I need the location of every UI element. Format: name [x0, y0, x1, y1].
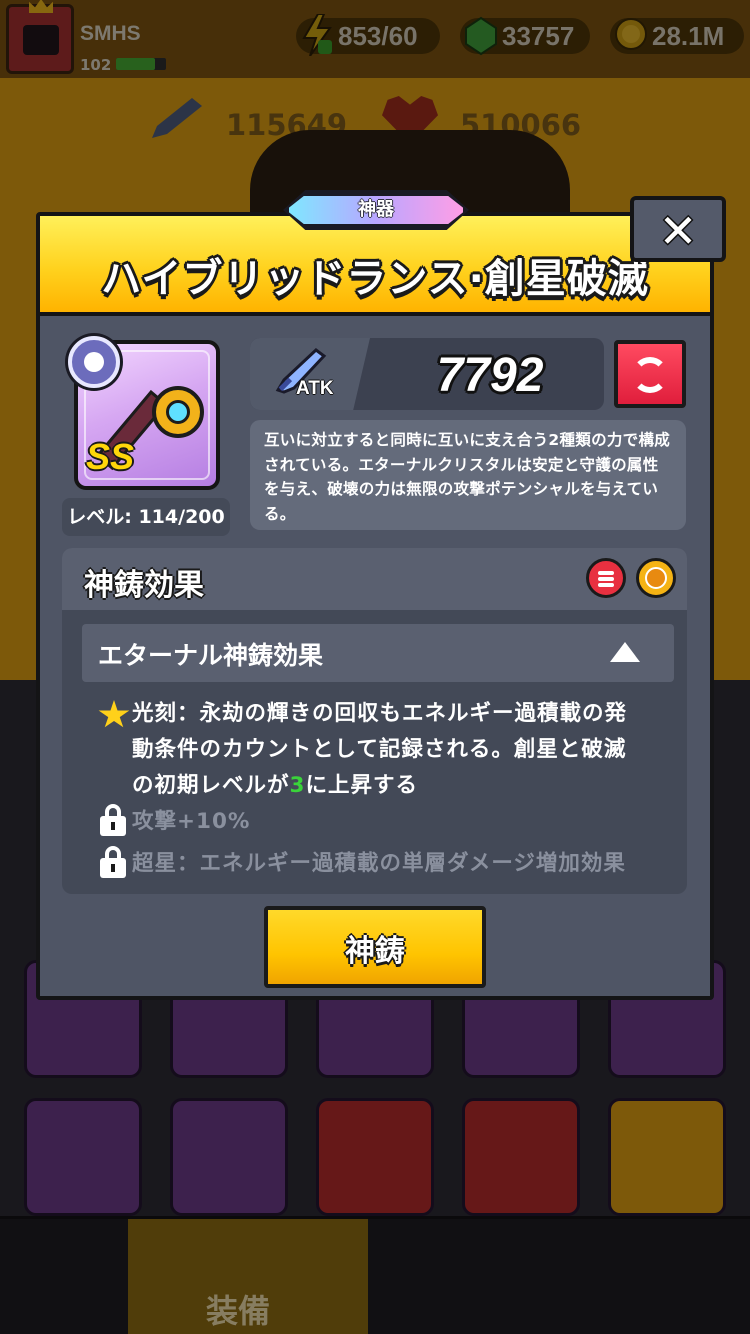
section-header: 神鋳効果 [62, 548, 687, 610]
list-icon-bar [598, 571, 614, 575]
close-button[interactable]: ✕ [630, 196, 726, 262]
atk-stat-bar: ATK 7792 [250, 338, 604, 410]
effect-list-button[interactable] [586, 558, 626, 598]
artifact-description: 互いに対立すると同時に互いに支え合う2種類の力で構成されている。エターナルクリス… [250, 420, 686, 530]
locked-effect-superstar: 超星：エネルギー過積載の単層ダメージ増加効果 [132, 851, 626, 876]
crystal-core [166, 400, 190, 424]
effect-text: の初期レベルが [132, 773, 290, 798]
effect-text: に上昇する [305, 773, 418, 798]
locked-effect-atk: 攻撃+10% [132, 809, 251, 834]
eternal-effect-title: エターナル神鋳効果 [98, 641, 324, 670]
reforge-button[interactable] [614, 340, 686, 408]
list-icon-bar [598, 577, 614, 581]
type-icon-dot [84, 352, 104, 372]
forge-effects-section: 神鋳効果 エターナル神鋳効果 光刻：永劫の輝きの回収もエネルギー過積載の発 動条… [62, 548, 687, 894]
atk-value: 7792 [436, 349, 544, 402]
weapon-type-icon [68, 336, 120, 388]
section-title: 神鋳効果 [84, 568, 204, 603]
artifact-level: レベル: 114/200 [62, 498, 230, 536]
forge-button-label: 神鋳 [345, 934, 405, 969]
atk-label: ATK [296, 378, 334, 399]
forge-hammer-button[interactable] [636, 558, 676, 598]
effect-line-1: 光刻：永劫の輝きの回収もエネルギー過積載の発 [132, 701, 628, 726]
lock-icon [98, 846, 128, 878]
eternal-effect-header[interactable]: エターナル神鋳効果 [82, 624, 674, 682]
artifact-title: ハイブリッドランス·創星破滅 [101, 256, 649, 302]
effect-line-2: 動条件のカウントとして記録される。創星と破滅 [132, 737, 627, 762]
refresh-icon [632, 357, 668, 393]
artifact-type-badge: 神器 [286, 193, 466, 227]
effect-level-highlight: 3 [289, 773, 306, 798]
effect-line-3: の初期レベルが3に上昇する [132, 768, 418, 804]
star-icon [98, 700, 130, 728]
lock-icon [98, 804, 128, 836]
hammer-icon [645, 567, 667, 589]
rank-label: SS [86, 436, 135, 477]
collapse-chevron-icon[interactable] [610, 642, 640, 662]
modal-header: ハイブリッドランス·創星破滅 [40, 216, 710, 316]
close-icon: ✕ [658, 204, 698, 258]
gear-icon [152, 386, 204, 438]
list-icon-bar [598, 583, 614, 587]
forge-button[interactable]: 神鋳 [264, 906, 486, 988]
